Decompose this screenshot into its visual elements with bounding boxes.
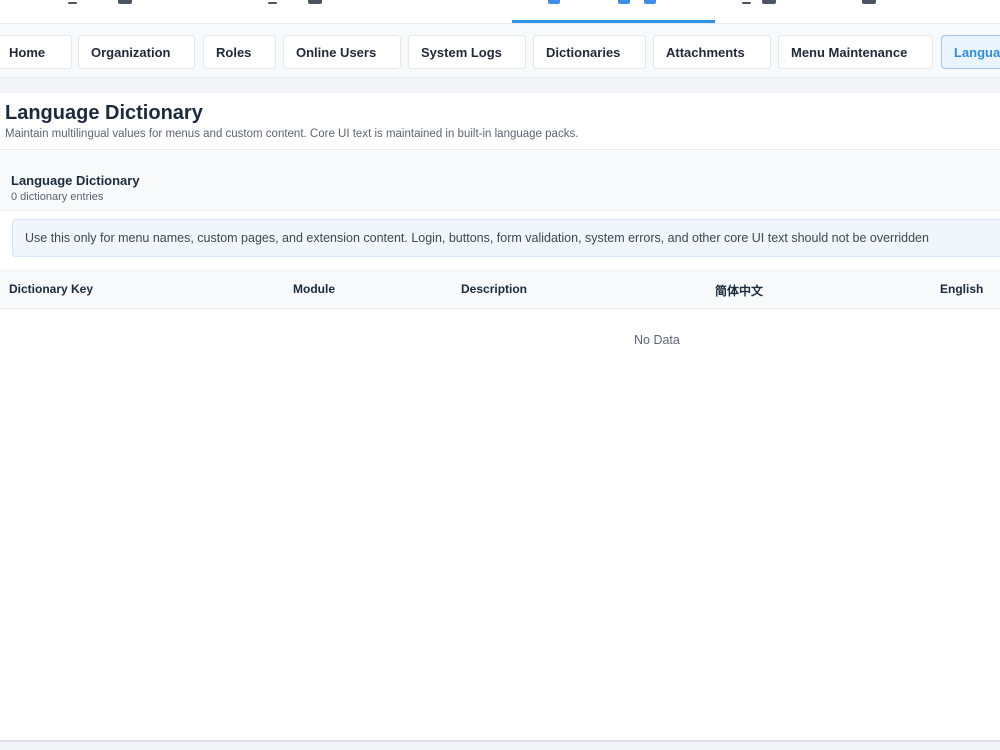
page-header: Language Dictionary Maintain multilingua… <box>0 93 1000 150</box>
column-header-dictionary-key[interactable]: Dictionary Key <box>9 282 93 296</box>
top-nav-active-fragment[interactable] <box>618 0 630 4</box>
column-header-description[interactable]: Description <box>461 282 527 296</box>
column-header-simplified-chinese[interactable]: 简体中文 <box>715 282 763 299</box>
tab-online-users[interactable]: Online Users <box>283 35 401 69</box>
column-header-english[interactable]: English <box>940 282 983 296</box>
top-nav-active-fragment[interactable] <box>644 0 656 4</box>
page-title: Language Dictionary <box>5 102 203 124</box>
page-description: Maintain multilingual values for menus a… <box>5 128 579 140</box>
table-header: Dictionary Key Module Description 简体中文 E… <box>0 269 1000 309</box>
tab-attachments[interactable]: Attachments <box>653 35 771 69</box>
entry-count: 0 dictionary entries <box>11 191 104 203</box>
tab-home[interactable]: Home <box>0 35 72 69</box>
tab-dictionaries[interactable]: Dictionaries <box>533 35 646 69</box>
top-nav-fragment[interactable] <box>762 0 776 4</box>
tab-roles[interactable]: Roles <box>203 35 276 69</box>
info-notice-text: Use this only for menu names, custom pag… <box>25 231 929 245</box>
empty-table-message: No Data <box>634 333 680 347</box>
top-nav-active-indicator <box>512 20 715 23</box>
card-header: Language Dictionary 0 dictionary entries <box>0 151 1000 211</box>
tab-language-dictionary[interactable]: Langua <box>941 35 1000 69</box>
tab-menu-maintenance[interactable]: Menu Maintenance <box>778 35 933 69</box>
top-nav-strip <box>0 0 1000 24</box>
info-notice: Use this only for menu names, custom pag… <box>12 219 1000 257</box>
tab-organization[interactable]: Organization <box>78 35 195 69</box>
top-nav-fragment[interactable] <box>68 2 77 4</box>
top-nav-fragment[interactable] <box>742 2 751 4</box>
top-nav-fragment[interactable] <box>268 2 277 4</box>
card-title: Language Dictionary <box>11 173 140 188</box>
bottom-scroll-strip <box>0 740 1000 750</box>
dictionary-card: Language Dictionary 0 dictionary entries… <box>0 151 1000 740</box>
top-nav-fragment[interactable] <box>308 0 322 4</box>
tab-system-logs[interactable]: System Logs <box>408 35 526 69</box>
column-header-module[interactable]: Module <box>293 282 335 296</box>
top-nav-fragment[interactable] <box>862 0 876 4</box>
content-gap <box>0 78 1000 93</box>
page-tabs-bar: Home Organization Roles Online Users Sys… <box>0 24 1000 78</box>
top-nav-active-fragment[interactable] <box>548 0 560 4</box>
app-window: Home Organization Roles Online Users Sys… <box>0 0 1000 750</box>
top-nav-fragment[interactable] <box>118 0 132 4</box>
